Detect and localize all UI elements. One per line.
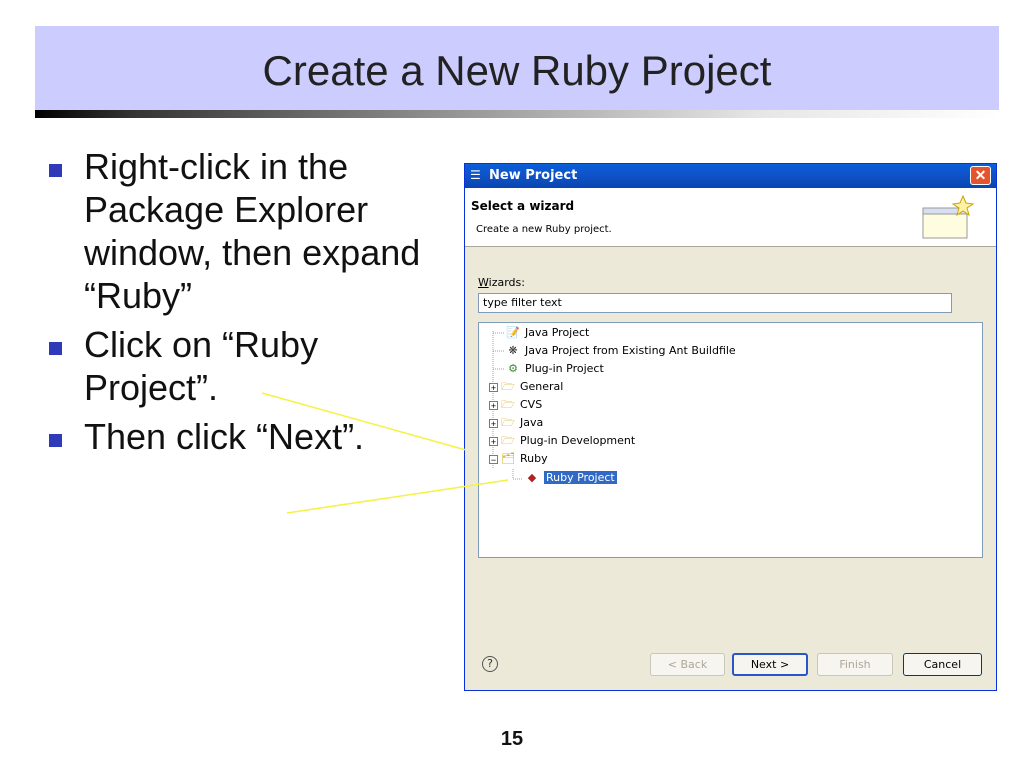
new-project-dialog: ☰ New Project ✕ Select a wizard Create a…: [464, 163, 997, 691]
wizard-header-title: Select a wizard: [471, 199, 575, 213]
folder-icon: 🗁: [501, 398, 515, 411]
bullet-square-icon: [49, 164, 62, 177]
filter-input[interactable]: type filter text: [478, 293, 952, 313]
ruby-project-icon: ◆: [527, 471, 537, 484]
tree-item[interactable]: 🗁 Plug-in Development: [501, 432, 635, 450]
collapse-toggle[interactable]: −: [489, 455, 498, 465]
wizard-header-subtitle: Create a new Ruby project.: [476, 224, 612, 235]
folder-icon: 🗁: [501, 434, 515, 447]
ant-icon: ❋: [508, 344, 518, 357]
bullet-square-icon: [49, 434, 62, 447]
title-divider: [35, 110, 999, 118]
tree-item[interactable]: ❋ Java Project from Existing Ant Buildfil…: [506, 342, 735, 360]
folder-icon: 🗁: [501, 380, 515, 393]
bullet-item: Click on “Ruby Project”.: [46, 323, 446, 409]
selected-label: Ruby Project: [544, 471, 617, 484]
bullet-text: Then click “Next”.: [84, 416, 365, 457]
finish-button[interactable]: Finish: [817, 653, 893, 676]
bullet-square-icon: [49, 342, 62, 355]
dialog-titlebar[interactable]: ☰ New Project ✕: [465, 164, 996, 188]
plugin-project-icon: ⚙: [508, 362, 518, 375]
cancel-button[interactable]: Cancel: [903, 653, 982, 676]
expand-toggle[interactable]: +: [489, 419, 498, 429]
expand-toggle[interactable]: +: [489, 401, 498, 411]
folder-open-icon: 🗂: [501, 452, 515, 465]
bullet-text: Click on “Ruby Project”.: [84, 324, 319, 408]
tree-item[interactable]: 🗁 General: [501, 378, 563, 396]
eclipse-icon: ☰: [470, 168, 481, 182]
help-icon[interactable]: ?: [482, 656, 498, 672]
next-button[interactable]: Next >: [732, 653, 808, 676]
java-project-icon: 📝: [506, 326, 520, 339]
wizard-banner-icon: [922, 194, 975, 239]
bullet-text: Right-click in the Package Explorer wind…: [84, 146, 421, 316]
tree-item[interactable]: 📝 Java Project: [506, 324, 589, 342]
wizard-tree[interactable]: 📝 Java Project ❋ Java Project from Existin…: [478, 322, 983, 558]
expand-toggle[interactable]: +: [489, 437, 498, 447]
tree-item[interactable]: ⚙ Plug-in Project: [506, 360, 604, 378]
expand-toggle[interactable]: +: [489, 383, 498, 393]
bullet-item: Right-click in the Package Explorer wind…: [46, 145, 446, 317]
tree-item[interactable]: 🗁 Java: [501, 414, 543, 432]
dialog-title: New Project: [489, 168, 578, 183]
slide-title: Create a New Ruby Project: [262, 47, 772, 94]
tree-item-ruby[interactable]: 🗂 Ruby: [501, 450, 548, 468]
folder-icon: 🗁: [501, 416, 515, 429]
wizards-label: Wizards:: [478, 276, 525, 289]
tree-item[interactable]: 🗁 CVS: [501, 396, 542, 414]
bullet-item: Then click “Next”.: [46, 415, 446, 458]
tree-item-ruby-project[interactable]: ◆ Ruby Project: [525, 469, 617, 487]
page-number: 15: [500, 728, 524, 750]
close-button[interactable]: ✕: [970, 166, 991, 185]
bullet-list: Right-click in the Package Explorer wind…: [46, 145, 446, 464]
back-button[interactable]: < Back: [650, 653, 725, 676]
